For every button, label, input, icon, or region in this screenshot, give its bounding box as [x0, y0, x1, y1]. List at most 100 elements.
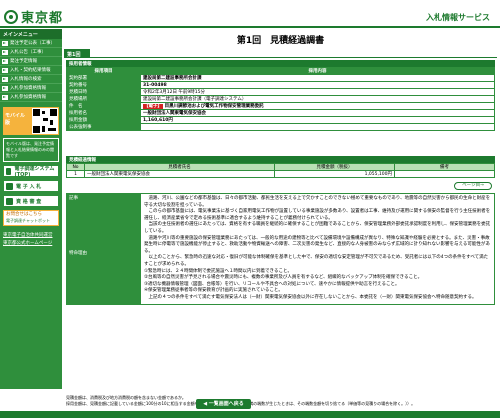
sidebar-item-qualification[interactable]: 入札参加資格情報 — [0, 84, 62, 93]
remarks-table: 記事 道路、河川、公園などの都市基盤は、日々の都市活動、都民生活を支える上で欠か… — [66, 193, 495, 305]
table-row: 見積場所 建設局第二建設事務所会計課（電子調達システム） — [66, 95, 495, 103]
system-name: 入札情報サービス — [426, 13, 490, 22]
section-header-adopter: 採用者情報 — [66, 60, 495, 67]
sidebar-item-label: 入札・契約結果情報 — [10, 68, 51, 73]
row-value: 1,160,610円 — [140, 116, 495, 124]
computer-icon — [6, 182, 13, 190]
table-row: 1 一般財団法人関東電気保安協会 1,055,100円 — [66, 170, 495, 178]
mobile-version-link[interactable]: モバイル版 — [3, 107, 59, 135]
arrow-bullet-icon — [2, 58, 8, 64]
sidebar-item-label: 入札参加資格情報 — [10, 86, 46, 91]
subject-text: 目黒川調節池および電気工作物保安管理業務委託 — [164, 104, 264, 109]
sidebar-item-label: 入札情報の検索 — [10, 77, 42, 82]
table-row: 採用金額 1,160,610円 — [66, 116, 495, 124]
column-header: 採用内容 — [140, 67, 495, 75]
logo-text: 東京都 — [21, 11, 64, 26]
table-row: 記事 道路、河川、公園などの都市基盤は、日々の都市活動、都民生活を支える上で欠か… — [66, 193, 495, 305]
link-tokyo-e-government[interactable]: 東京電子自治体共同運営 — [0, 232, 62, 238]
arrow-bullet-icon — [2, 76, 8, 82]
column-header: 備考 — [394, 163, 495, 171]
row-label: 件 名 — [66, 102, 141, 110]
table-row: 公表強制事 — [66, 123, 495, 131]
round-tab: 第1回 — [64, 49, 90, 58]
helpdesk-banner[interactable]: お問合せはこちら 電子調達チャットボット — [3, 210, 59, 226]
column-header: 見積者氏名 — [84, 163, 275, 171]
cell-no: 1 — [66, 170, 85, 178]
row-label: 公表強制事 — [66, 123, 141, 131]
adopter-info-table: 採用項目 採用内容 契約部署 建設局第二建設事務所会計課 契約番号 31-00498… — [66, 67, 495, 131]
arrow-bullet-icon — [2, 40, 8, 46]
sidebar-item-label: 入札公告（工事） — [10, 50, 46, 55]
remarks-text: 道路、河川、公園などの都市基盤は、日々の都市活動、都民生活を支える上で欠かすこと… — [144, 196, 491, 300]
row-label: 特命理由 — [66, 202, 141, 305]
table-row: 契約番号 31-00498 — [66, 81, 495, 89]
footnotes: 見積金額は、消費税及び地方消費税の額を含まない金額であるか。 採用金額は、見積金… — [66, 395, 495, 407]
tokyo-logo[interactable]: 東京都 — [4, 7, 63, 26]
mobile-version-label: モバイル版 — [5, 113, 26, 126]
sidebar-item-order-plan-publication[interactable]: 発注予定公表（工事） — [0, 39, 62, 48]
table-row: 契約部署 建設局第二建設事務所会計課 — [66, 74, 495, 82]
tokyo-emblem-icon — [4, 9, 18, 24]
document-icon — [6, 197, 13, 205]
arrow-bullet-icon — [2, 49, 8, 55]
helpdesk-subtitle: 電子調達チャットボット — [6, 218, 50, 223]
back-to-list-button[interactable]: ◀ 一覧画面へ戻る — [196, 399, 251, 409]
row-label: 記事 — [66, 193, 141, 203]
row-label: 見積場所 — [66, 95, 141, 103]
row-value: 31-00498 — [140, 81, 495, 89]
page-title: 第1回 見積経過調書 — [236, 36, 325, 46]
section-header-progress: 見積経過情報 — [66, 156, 495, 163]
sidebar-item-order-plan-info[interactable]: 発注予定情報 — [0, 57, 62, 66]
row-label: 見積日時 — [66, 88, 141, 96]
cell-note — [394, 170, 495, 178]
arrow-bullet-icon — [2, 67, 8, 73]
sidebar-heading: メインメニュー — [0, 29, 62, 39]
page-history-button[interactable]: ページ目→ — [454, 182, 492, 190]
sidebar-item-tender-notice[interactable]: 入札公告（工事） — [0, 48, 62, 57]
sidebar-item-label: 発注予定公表（工事） — [10, 41, 55, 46]
footnote: 採用金額は、見積金額に記載している金額に100分の10に相当する金額を加算したも… — [66, 401, 495, 407]
sidebar-item-label: 入札参加資格情報 — [10, 95, 46, 100]
button-label: 資 格 審 査 — [16, 198, 42, 205]
electronic-tag: 【電子】 — [143, 104, 163, 109]
row-label: 契約番号 — [66, 81, 141, 89]
arrow-bullet-icon — [2, 85, 8, 91]
column-header: 採用項目 — [66, 67, 141, 75]
mobile-version-note: モバイル版は、発注予定情報と入札結果情報のみの閲覧です — [3, 138, 59, 162]
row-value: 【電子】 目黒川調節池および電気工作物保安管理業務委託 — [140, 102, 495, 110]
sidebar: メインメニュー 発注予定公表（工事） 入札公告（工事） 発注予定情報 入札・契約… — [0, 29, 62, 389]
remarks-cell: 道路、河川、公園などの都市基盤は、日々の都市活動、都民生活を支える上で欠かすこと… — [140, 193, 495, 305]
sidebar-item-search[interactable]: 入札情報の検索 — [0, 75, 62, 84]
row-label: 契約部署 — [66, 74, 141, 82]
cell-bidder-name: 一般財団法人関東電気保安協会 — [84, 170, 275, 178]
button-label: 電 子 入 札 — [16, 183, 42, 190]
arrow-bullet-icon — [2, 94, 8, 100]
table-header-row: No 見積者氏名 見積金額（税抜） 備考 — [66, 163, 495, 171]
table-row: 採用者名 一般財団法人関東電気保安協会 — [66, 109, 495, 117]
column-header: 見積金額（税抜） — [274, 163, 395, 171]
table-row: 件 名【電子】 目黒川調節池および電気工作物保安管理業務委託 — [66, 102, 495, 110]
estimate-progress-table: No 見積者氏名 見積金額（税抜） 備考 1 一般財団法人関東電気保安協会 1,… — [66, 163, 495, 178]
sidebar-item-contract-results[interactable]: 入札・契約結果情報 — [0, 66, 62, 75]
column-header: No — [66, 163, 85, 171]
e-bidding-button[interactable]: 電 子 入 札 — [3, 180, 59, 192]
table-row: 見積日時 令和2年3月12日 午前9時15分 — [66, 88, 495, 96]
link-tokyo-official-site[interactable]: 東京都公式ホームページ — [0, 240, 62, 246]
row-value: 建設局第二建設事務所会計課 — [140, 74, 495, 82]
row-value: 建設局第二建設事務所会計課（電子調達システム） — [140, 95, 495, 103]
sidebar-item-label: 発注予定情報 — [10, 59, 37, 64]
table-header-row: 採用項目 採用内容 — [66, 67, 495, 75]
tab-underline — [64, 57, 497, 58]
cell-amount: 1,055,100円 — [274, 170, 395, 178]
row-label: 採用者名 — [66, 109, 141, 117]
button-label: 電子調達システム(TOP) — [14, 165, 55, 178]
header-divider — [0, 26, 500, 28]
row-value: 令和2年3月12日 午前9時15分 — [140, 88, 495, 96]
sidebar-item-qualification-2[interactable]: 入札参加資格情報 — [0, 93, 62, 102]
row-value: 一般財団法人関東電気保安協会 — [140, 109, 495, 117]
main-content: 第1回 見積経過調書 第1回 採用者情報 採用項目 採用内容 契約部署 建設局第二… — [64, 29, 497, 406]
footer-bar — [0, 411, 500, 418]
qualification-review-button[interactable]: 資 格 審 査 — [3, 195, 59, 207]
e-procurement-top-button[interactable]: 電子調達システム(TOP) — [3, 165, 59, 178]
row-label: 採用金額 — [66, 116, 141, 124]
